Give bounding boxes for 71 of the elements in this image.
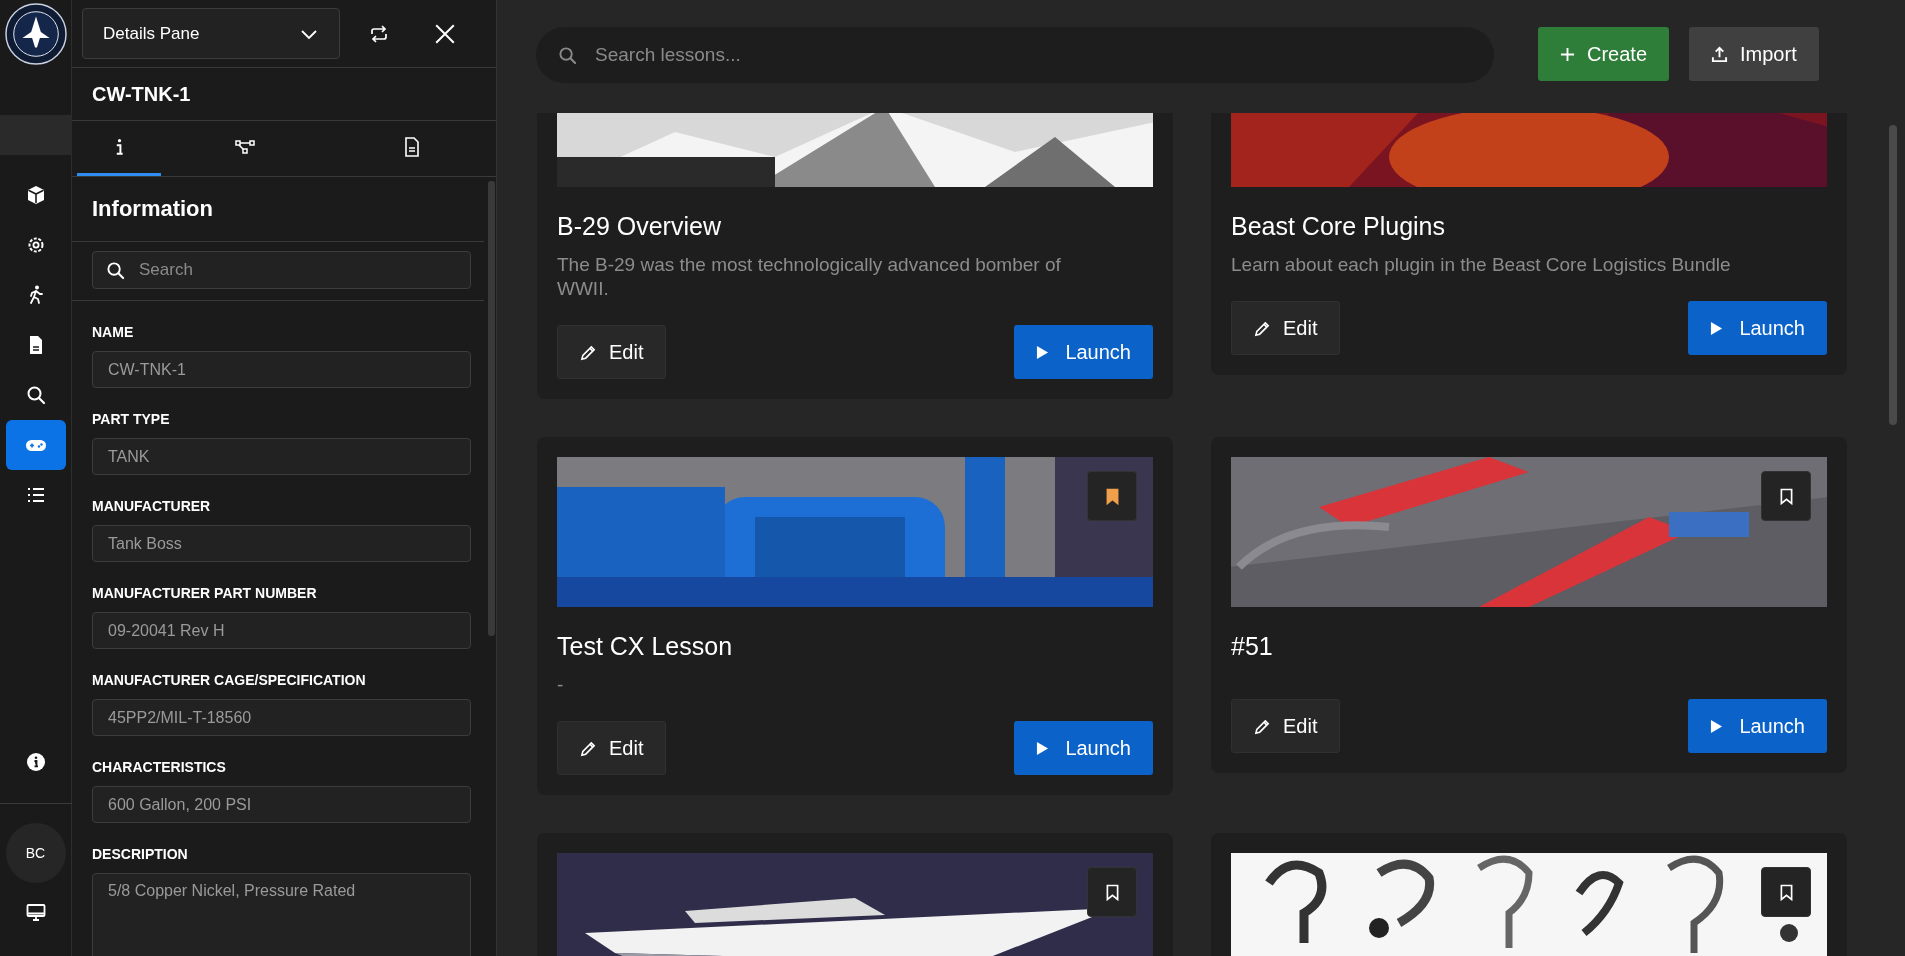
part-title: CW-TNK-1	[72, 68, 496, 121]
close-icon	[434, 22, 456, 45]
lesson-title: #51	[1231, 631, 1274, 661]
pane-dropdown[interactable]: Details Pane	[82, 8, 340, 59]
play-icon	[1710, 718, 1724, 734]
upload-icon	[1711, 45, 1729, 63]
lesson-title: Beast Core Plugins	[1231, 211, 1446, 241]
field-label: NAME	[92, 323, 135, 342]
scrollbar-thumb[interactable]	[488, 181, 495, 636]
play-icon	[1036, 740, 1050, 756]
input-field[interactable]: 09-20041 Rev H	[92, 612, 471, 649]
search-icon	[25, 385, 46, 405]
text-area[interactable]: 5/8 Copper Nickel, Pressure Rated	[92, 873, 471, 956]
document-icon	[404, 137, 421, 157]
field-label: PART TYPE	[92, 410, 171, 429]
user-avatar[interactable]: BC	[5, 823, 66, 883]
launch-button[interactable]: Launch	[1014, 325, 1153, 379]
bookmark-icon	[1779, 487, 1793, 505]
create-button[interactable]: Create	[1538, 27, 1670, 81]
pencil-icon	[580, 343, 597, 361]
import-button[interactable]: Import	[1689, 27, 1819, 81]
edit-button[interactable]: Edit	[557, 325, 667, 379]
swap-arrows-icon	[369, 23, 389, 44]
edit-button[interactable]: Edit	[557, 721, 667, 775]
lesson-description: Learn about each plugin in the Beast Core Logistics Bundle	[1231, 253, 1732, 277]
play-icon	[1036, 344, 1050, 360]
field-label: MANUFACTURER CAGE/SPECIFICATION	[92, 671, 367, 690]
field-label: CHARACTERISTICS	[92, 758, 227, 777]
play-icon	[1710, 320, 1724, 336]
launch-button[interactable]: Launch	[1688, 301, 1827, 355]
field-label: DESCRIPTION	[92, 845, 189, 864]
info-icon	[25, 752, 46, 772]
bookmark-icon	[1779, 883, 1793, 901]
list-icon	[25, 485, 46, 505]
search-field[interactable]: Search	[92, 251, 471, 289]
search-icon	[558, 46, 577, 65]
input-field[interactable]: TANK	[92, 438, 471, 475]
edit-button[interactable]: Edit	[1231, 301, 1341, 355]
lesson-title: B-29 Overview	[557, 211, 722, 241]
lesson-description: The B-29 was the most technologically advanced bomber of WWII.	[557, 253, 1062, 301]
lesson-description: -	[557, 673, 565, 697]
monitor-icon	[25, 903, 46, 923]
info-icon	[114, 138, 124, 156]
input-field[interactable]: Tank Boss	[92, 525, 471, 562]
bookmark-icon	[1105, 487, 1119, 505]
search-icon	[106, 261, 125, 280]
field-label: MANUFACTURER PART NUMBER	[92, 584, 318, 603]
lesson-title: Test CX Lesson	[557, 631, 734, 661]
cube-icon	[25, 185, 46, 205]
launch-button[interactable]: Launch	[1014, 721, 1153, 775]
pencil-icon	[580, 739, 597, 757]
input-field[interactable]: CW-TNK-1	[92, 351, 471, 388]
nodes-icon	[234, 139, 255, 155]
pencil-icon	[1254, 319, 1271, 337]
scrollbar-thumb[interactable]	[1889, 125, 1897, 425]
bookmark-icon	[1105, 883, 1119, 901]
field-label: MANUFACTURER	[92, 497, 212, 516]
section-heading: Information	[72, 177, 484, 242]
input-field[interactable]: 45PP2/MIL-T-18560	[92, 699, 471, 736]
input-field[interactable]: 600 Gallon, 200 PSI	[92, 786, 471, 823]
bookmark-button[interactable]	[1087, 867, 1137, 917]
bookmark-button[interactable]	[1761, 867, 1811, 917]
emblem-drawing	[4, 3, 67, 65]
bookmark-button[interactable]	[1761, 471, 1811, 521]
pencil-icon	[1254, 717, 1271, 735]
launch-button[interactable]: Launch	[1688, 699, 1827, 753]
edit-button[interactable]: Edit	[1231, 699, 1341, 753]
bookmark-button[interactable]	[1087, 471, 1137, 521]
search-field[interactable]: Search lessons...	[536, 27, 1494, 83]
plus-icon	[1560, 46, 1575, 62]
sidebar-button[interactable]	[5, 420, 66, 470]
